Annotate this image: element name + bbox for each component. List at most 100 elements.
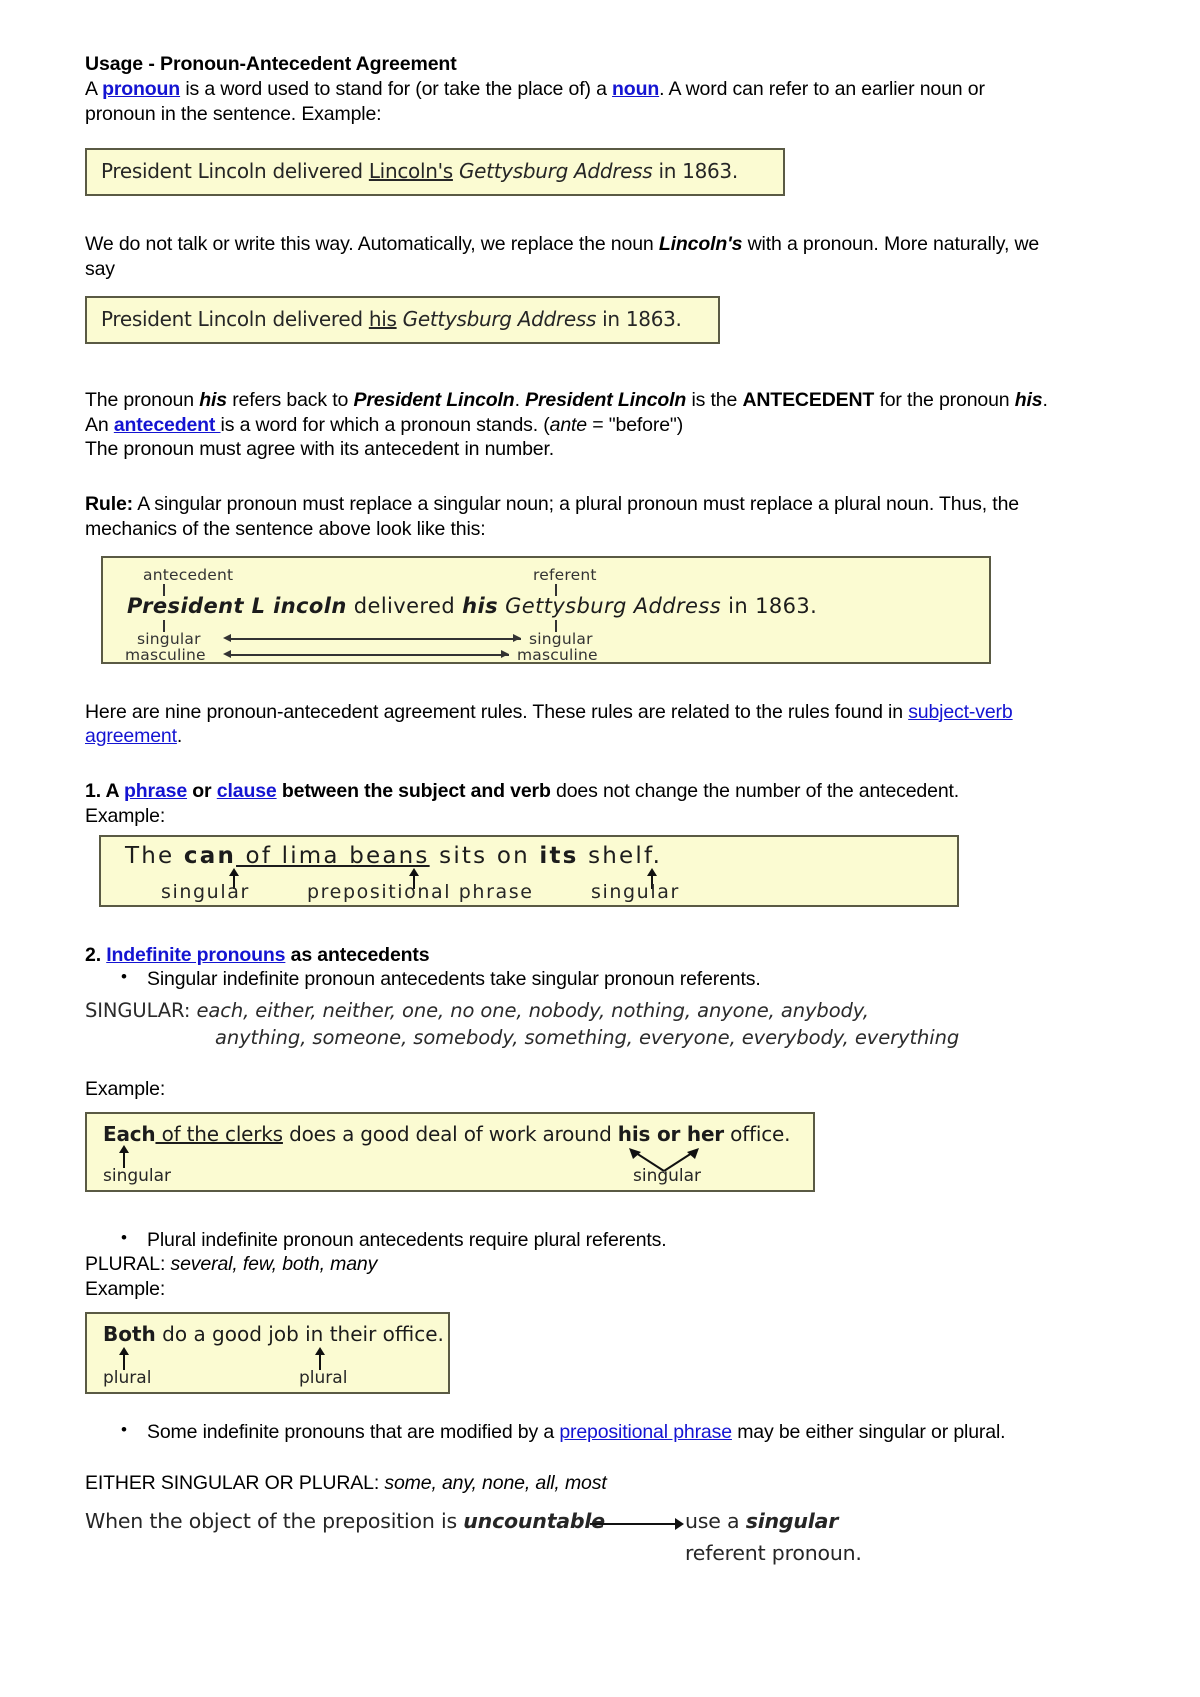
- uncountable-singular-word: singular: [745, 1509, 839, 1534]
- some-text-1: Some indefinite pronouns that are modifi…: [147, 1420, 560, 1443]
- lima-label-singular-right: singular: [591, 880, 680, 903]
- each-sentence: Each of the clerks does a good deal of w…: [103, 1122, 790, 1146]
- diagram-in-1863: in 1863.: [721, 593, 818, 618]
- uncountable-arrow-diagram: When the object of the preposition is un…: [85, 1509, 1060, 1587]
- list-item: Some indefinite pronouns that are modifi…: [121, 1419, 1060, 1445]
- replace-bold-italic-lincolns: Lincoln's: [658, 233, 743, 256]
- sentence-italic-title: Gettysburg Address: [396, 306, 597, 331]
- diagram-label-masculine-right: masculine: [517, 645, 598, 664]
- sentence-part-after: in 1863.: [596, 306, 682, 331]
- lima-beans-example-box: The can of lima beans sits on its shelf.…: [99, 834, 959, 907]
- uncountable-word: uncountable: [463, 1509, 605, 1534]
- page-title: Usage - Pronoun-Antecedent Agreement: [85, 53, 457, 75]
- each-office: office.: [723, 1121, 791, 1146]
- rule-2-rest: as antecedents: [285, 943, 430, 966]
- ante-his-2: his: [1014, 388, 1043, 411]
- plural-list-line: PLURAL: several, few, both, many: [85, 1252, 1060, 1277]
- ante-italic-ante: ante: [549, 413, 588, 436]
- each-label-singular-left: singular: [103, 1165, 172, 1186]
- rule-2-bullet-list: Singular indefinite pronoun antecedents …: [85, 966, 1060, 992]
- paragraph-nine-rules: Here are nine pronoun-antecedent agreeme…: [85, 700, 1060, 750]
- link-prepositional-phrase[interactable]: prepositional phrase: [559, 1421, 732, 1443]
- rule-1-number: 1. A: [85, 780, 124, 803]
- ante-president-lincoln-2: President Lincoln: [525, 388, 687, 411]
- diagram-arrow-line-masculine: [231, 653, 509, 656]
- diagram-arrowhead-right-masculine: [501, 649, 509, 658]
- diagram-arrowhead-left-masculine: [223, 649, 231, 658]
- diagram-sentence: President L incoln delivered his Gettysb…: [127, 594, 817, 618]
- sentence-part-before: President Lincoln delivered: [101, 159, 369, 184]
- sentence-part-after: in 1863.: [652, 159, 738, 184]
- diagram-arrow-line-singular: [231, 637, 521, 640]
- each-middle: does a good deal of work around: [282, 1121, 618, 1146]
- link-noun[interactable]: noun: [612, 78, 659, 100]
- singular-list-items-row2: anything, someone, somebody, something, …: [215, 1025, 960, 1049]
- sentence-underlined-lincolns: Lincoln's: [368, 159, 453, 184]
- rule-2-number: 2.: [85, 943, 107, 966]
- diagram-delivered: delivered: [346, 593, 463, 618]
- both-sentence: Both do a good job in their office.: [103, 1322, 444, 1346]
- ante-text-4: is the: [686, 388, 743, 411]
- link-phrase[interactable]: phrase: [124, 780, 187, 802]
- rule-1-heading: 1. A phrase or clause between the subjec…: [85, 779, 1060, 829]
- singular-list-label: SINGULAR:: [85, 999, 197, 1023]
- each-clerks-example-box: Each of the clerks does a good deal of w…: [85, 1111, 815, 1192]
- rule-1-or: or: [187, 780, 217, 803]
- both-example-box: Both do a good job in their office. plur…: [85, 1311, 450, 1394]
- ante-text-5: for the pronoun: [874, 388, 1015, 411]
- sentence-underlined-his: his: [368, 306, 397, 331]
- rule-1-bold-tail: between the subject and verb: [276, 780, 551, 803]
- diagram-arrowhead-left-singular: [223, 633, 231, 642]
- plural-bullet-list: Plural indefinite pronoun antecedents re…: [85, 1227, 1060, 1253]
- diagram-president-lincoln: President L incoln: [127, 593, 347, 618]
- example-label-2: Example:: [85, 1077, 166, 1100]
- ante-text-8: = "before"): [586, 413, 684, 436]
- nine-rules-text-1: Here are nine pronoun-antecedent agreeme…: [85, 700, 909, 723]
- each-word: Each: [103, 1121, 156, 1146]
- rule-text: A singular pronoun must replace a singul…: [85, 493, 1019, 540]
- link-clause[interactable]: clause: [217, 780, 277, 802]
- example-label-3: Example:: [85, 1278, 166, 1301]
- plural-items: several, few, both, many: [170, 1253, 378, 1276]
- lima-label-prepositional-phrase: prepositional phrase: [307, 880, 534, 903]
- rule-1-rest: does not change the number of the antece…: [550, 780, 960, 803]
- link-pronoun[interactable]: pronoun: [102, 78, 180, 100]
- both-label-plural-left: plural: [103, 1367, 152, 1388]
- diagram-gettysburg-address: Gettysburg Address: [498, 593, 722, 618]
- lima-sits-on: sits on: [429, 842, 540, 869]
- intro-paragraph: A pronoun is a word used to stand for (o…: [85, 77, 1060, 127]
- singular-list-row-1: SINGULAR: each, either, neither, one, no…: [85, 998, 1060, 1024]
- each-his-or-her: his or her: [617, 1121, 724, 1146]
- rule-label: Rule:: [85, 493, 134, 516]
- diagram-his: his: [462, 593, 498, 618]
- rule-2-heading: 2. Indefinite pronouns as antecedents: [85, 943, 1060, 968]
- nine-rules-text-2: .: [176, 725, 183, 748]
- either-items: some, any, none, all, most: [384, 1471, 607, 1494]
- singular-list-items-row1: each, either, neither, one, no one, nobo…: [196, 999, 869, 1023]
- each-of-the-clerks: of the clerks: [155, 1121, 284, 1146]
- link-antecedent[interactable]: antecedent: [114, 414, 221, 436]
- ante-president-lincoln-1: President Lincoln: [353, 388, 515, 411]
- link-indefinite-pronouns[interactable]: Indefinite pronouns: [106, 944, 285, 966]
- uncountable-use-a: use a: [685, 1509, 746, 1534]
- paragraph-antecedent-definition: The pronoun his refers back to President…: [85, 388, 1060, 462]
- lima-sentence: The can of lima beans sits on its shelf.: [125, 843, 662, 869]
- example-box-lincolns: President Lincoln delivered Lincoln's Ge…: [85, 148, 785, 197]
- diagram-label-masculine-left: masculine: [125, 645, 206, 664]
- ante-his-1: his: [199, 388, 227, 411]
- document-page: Usage - Pronoun-Antecedent Agreement A p…: [85, 52, 1060, 1587]
- sentence-italic-title: Gettysburg Address: [452, 159, 653, 184]
- some-indefinite-bullet-list: Some indefinite pronouns that are modifi…: [85, 1419, 1060, 1445]
- plural-label: PLURAL:: [85, 1253, 171, 1276]
- paragraph-rule: Rule: A singular pronoun must replace a …: [85, 492, 1060, 542]
- both-rest: do a good job in their office.: [155, 1321, 444, 1346]
- ante-text-1: The pronoun: [85, 388, 200, 411]
- uncountable-connector-arrow: [590, 1518, 684, 1531]
- uncountable-line-3: referent pronoun.: [685, 1541, 862, 1566]
- ante-text-7: is a word for which a pronoun stands. (: [220, 413, 550, 436]
- ante-caps-antecedent: ANTECEDENT: [742, 388, 875, 411]
- uncountable-line-1: When the object of the preposition is un…: [85, 1509, 605, 1533]
- either-singular-or-plural-line: EITHER SINGULAR OR PLURAL: some, any, no…: [85, 1471, 1060, 1496]
- lima-the: The: [125, 842, 184, 869]
- rule-1-example-label: Example:: [85, 804, 166, 827]
